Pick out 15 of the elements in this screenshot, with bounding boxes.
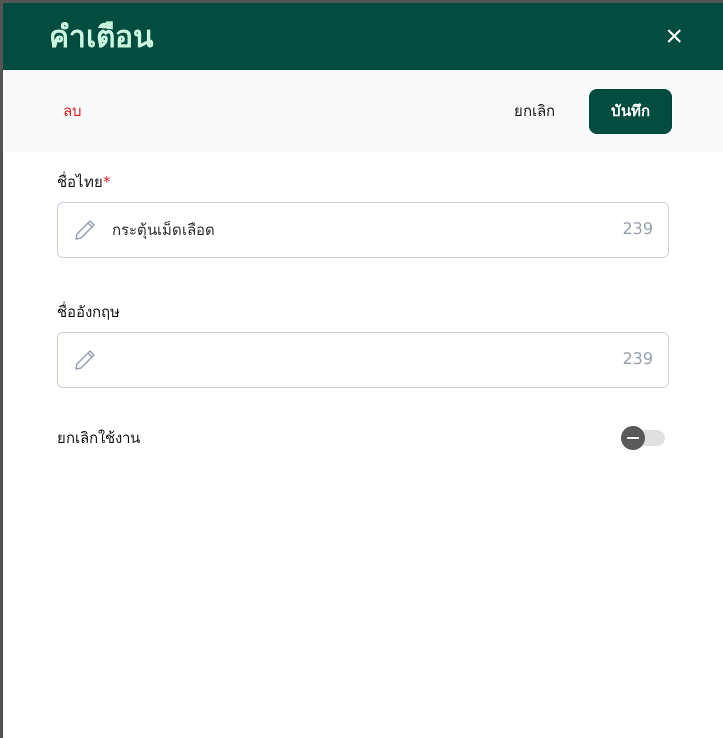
dialog-title: คำเตือน: [49, 19, 154, 57]
toggle-switch[interactable]: [621, 426, 665, 450]
pencil-icon: [73, 218, 97, 242]
pencil-icon: [73, 348, 97, 372]
save-button[interactable]: บันทึก: [589, 88, 672, 134]
character-counter: 239: [622, 349, 653, 368]
required-mark: *: [103, 173, 110, 191]
toggle-label: ยกเลิกใช้งาน: [57, 428, 140, 449]
character-counter: 239: [622, 219, 653, 238]
close-button[interactable]: ×: [665, 22, 683, 52]
delete-button[interactable]: ลบ: [59, 95, 86, 127]
text-field[interactable]: [57, 332, 669, 388]
cancel-button[interactable]: ยกเลิก: [510, 95, 559, 127]
field-label: ชื่อไทย: [57, 173, 103, 191]
field-label: ชื่ออังกฤษ: [57, 303, 120, 321]
